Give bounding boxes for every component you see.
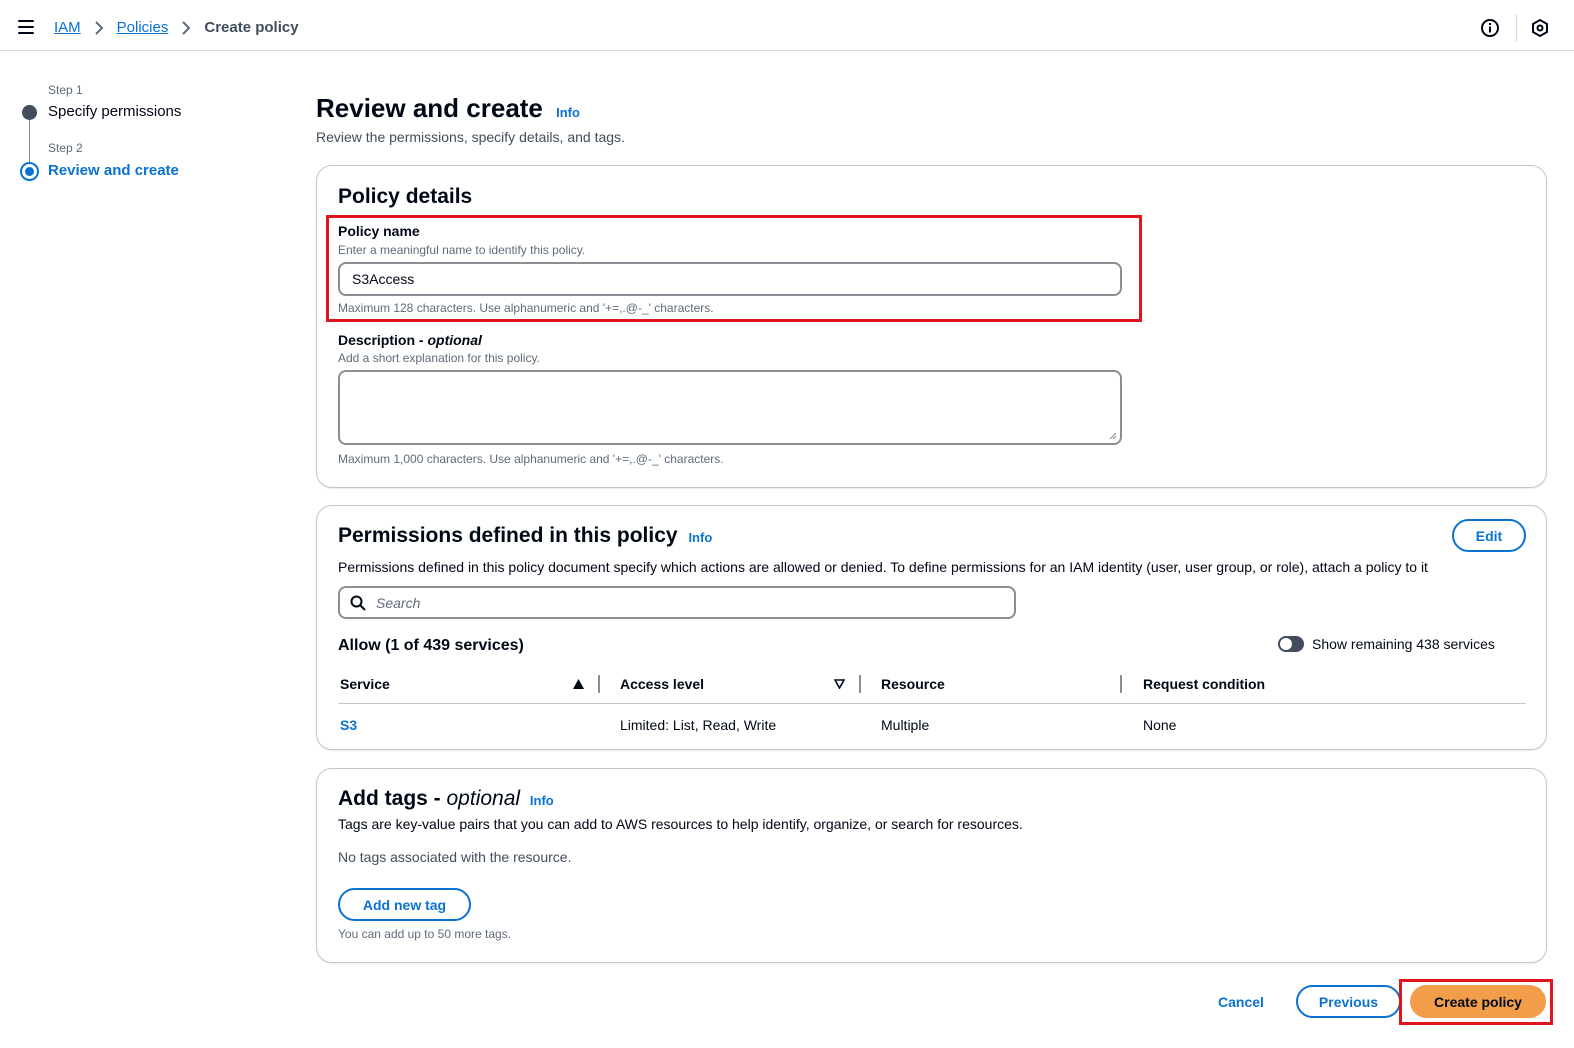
breadcrumb-current: Create policy [204, 19, 299, 36]
edit-button[interactable]: Edit [1452, 519, 1526, 552]
policy-name-label: Policy name [338, 223, 420, 239]
column-header-access-level[interactable]: Access level [620, 676, 704, 692]
permissions-search-input[interactable]: Search [338, 586, 1016, 619]
chevron-right-icon [168, 20, 204, 35]
settings-icon[interactable] [1530, 18, 1550, 38]
permissions-title-text: Permissions defined in this policy [338, 524, 678, 547]
top-navigation-bar: IAM Policies Create policy [0, 0, 1574, 51]
sort-descending-icon[interactable] [834, 679, 845, 689]
tags-title: Add tags - optional Info [338, 787, 554, 811]
row-access-level: Limited: List, Read, Write [620, 717, 777, 733]
description-label: Description - optional [338, 332, 482, 348]
column-separator[interactable] [1120, 675, 1122, 693]
toolbar-divider [1516, 14, 1517, 42]
tags-description: Tags are key-value pairs that you can ad… [338, 816, 1023, 832]
breadcrumb-policies-link[interactable]: Policies [117, 19, 169, 36]
description-label-text: Description - [338, 332, 428, 348]
add-new-tag-button[interactable]: Add new tag [338, 888, 471, 921]
page-description: Review the permissions, specify details,… [316, 129, 625, 145]
policy-details-panel: Policy details Policy name Enter a meani… [316, 165, 1547, 488]
permissions-panel: Permissions defined in this policy Info … [316, 505, 1547, 750]
policy-name-hint: Enter a meaningful name to identify this… [338, 243, 586, 257]
column-separator[interactable] [859, 675, 861, 693]
column-header-resource[interactable]: Resource [881, 676, 945, 692]
policy-name-constraint: Maximum 128 characters. Use alphanumeric… [338, 301, 714, 315]
page-title: Review and create Info [316, 93, 580, 124]
page-title-text: Review and create [316, 93, 543, 123]
toggle-knob [1280, 638, 1292, 650]
step-1-label: Step 1 [48, 83, 83, 97]
column-header-request-condition[interactable]: Request condition [1143, 676, 1265, 692]
column-separator[interactable] [598, 675, 600, 693]
show-remaining-toggle[interactable] [1278, 636, 1304, 652]
show-remaining-label: Show remaining 438 services [1312, 636, 1495, 652]
description-constraint: Maximum 1,000 characters. Use alphanumer… [338, 452, 724, 466]
tags-optional-text: optional [446, 787, 521, 810]
tags-title-text: Add tags - [338, 787, 447, 810]
table-header-divider [338, 703, 1526, 704]
chevron-right-icon [81, 20, 117, 35]
info-circle-icon[interactable] [1480, 18, 1500, 38]
page-info-link[interactable]: Info [556, 105, 580, 120]
permissions-title: Permissions defined in this policy Info [338, 524, 712, 548]
breadcrumb-iam-link[interactable]: IAM [54, 19, 81, 36]
policy-name-input[interactable]: S3Access [338, 262, 1122, 296]
description-optional-text: optional [427, 332, 482, 348]
tags-panel: Add tags - optional Info Tags are key-va… [316, 768, 1547, 963]
step-2-title: Review and create [48, 162, 179, 179]
tags-limit-hint: You can add up to 50 more tags. [338, 927, 512, 941]
step-2-label: Step 2 [48, 141, 83, 155]
search-placeholder: Search [376, 594, 421, 611]
menu-icon[interactable] [18, 20, 34, 34]
cancel-button[interactable]: Cancel [1206, 985, 1276, 1018]
permissions-description: Permissions defined in this policy docum… [338, 559, 1428, 575]
search-icon [350, 595, 366, 611]
sort-ascending-icon[interactable] [573, 679, 584, 689]
step-1-indicator [22, 105, 37, 120]
description-hint: Add a short explanation for this policy. [338, 351, 540, 365]
policy-details-title: Policy details [338, 185, 473, 208]
steps-connector [29, 118, 30, 162]
row-request-condition: None [1143, 717, 1177, 733]
tags-empty-text: No tags associated with the resource. [338, 849, 572, 865]
allow-heading: Allow (1 of 439 services) [338, 637, 524, 654]
step-2-indicator [20, 162, 39, 181]
resize-grip-icon[interactable] [1109, 432, 1117, 440]
permissions-info-link[interactable]: Info [688, 530, 712, 545]
row-service-link[interactable]: S3 [340, 717, 357, 733]
column-header-service[interactable]: Service [340, 676, 390, 692]
tags-info-link[interactable]: Info [530, 793, 554, 808]
row-resource: Multiple [881, 717, 930, 733]
description-textarea[interactable] [338, 370, 1122, 445]
breadcrumb: IAM Policies Create policy [54, 19, 299, 36]
step-1-title[interactable]: Specify permissions [48, 103, 181, 120]
previous-button[interactable]: Previous [1296, 985, 1401, 1018]
create-policy-button[interactable]: Create policy [1410, 985, 1546, 1018]
